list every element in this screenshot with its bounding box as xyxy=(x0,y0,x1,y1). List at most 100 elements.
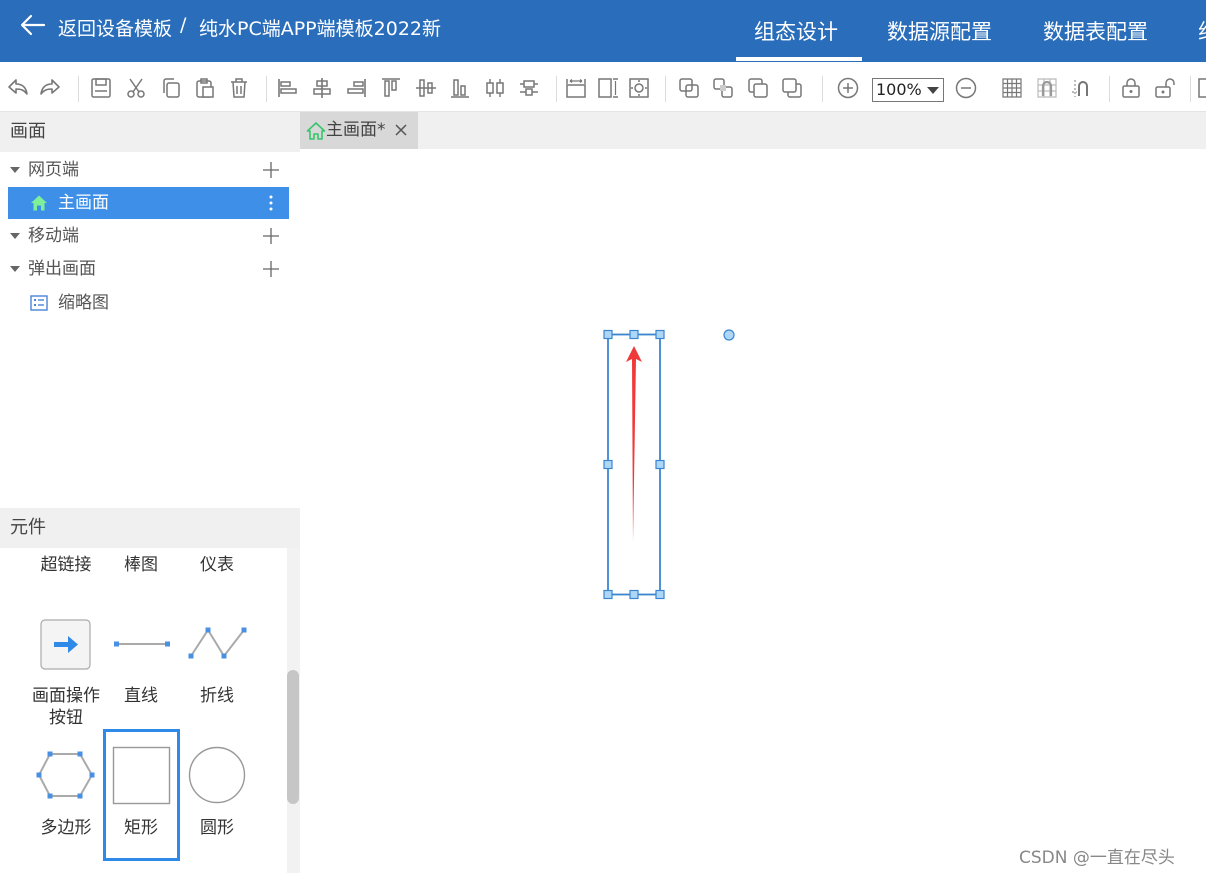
align-right-icon[interactable] xyxy=(344,76,368,100)
same-size-icon[interactable] xyxy=(627,76,651,100)
resize-handle[interactable] xyxy=(655,459,665,470)
arrow-button-icon[interactable] xyxy=(40,619,91,670)
align-left-icon[interactable] xyxy=(276,76,300,100)
rectangle-icon[interactable] xyxy=(112,746,171,805)
tree-group-web[interactable]: 网页端 xyxy=(8,154,289,186)
tree-group-label: 网页端 xyxy=(28,160,79,180)
add-icon[interactable] xyxy=(262,227,280,245)
resize-handle[interactable] xyxy=(603,589,613,600)
align-bottom-icon[interactable] xyxy=(448,76,472,100)
add-icon[interactable] xyxy=(262,161,280,179)
back-to-templates-link[interactable]: 返回设备模板 xyxy=(58,14,172,41)
component-rectangle[interactable]: 矩形 xyxy=(106,817,176,839)
circle-icon[interactable] xyxy=(188,746,246,804)
toolbar-divider xyxy=(665,76,666,102)
caret-down-icon[interactable] xyxy=(10,233,20,239)
paste-icon[interactable] xyxy=(193,76,217,100)
save-icon[interactable] xyxy=(89,76,113,100)
zoom-value: 100% xyxy=(876,80,922,99)
distribute-horizontal-icon[interactable] xyxy=(483,76,507,100)
close-icon[interactable] xyxy=(395,124,407,136)
resize-handle[interactable] xyxy=(655,589,665,600)
tree-group-popup[interactable]: 弹出画面 xyxy=(8,253,289,285)
breadcrumb-separator: / xyxy=(180,14,187,36)
copy-icon[interactable] xyxy=(159,76,183,100)
toolbar-divider xyxy=(266,76,267,102)
snap-grid-icon[interactable] xyxy=(1035,76,1059,100)
toolbar: 100% xyxy=(0,62,1206,112)
component-polyline[interactable]: 折线 xyxy=(182,685,252,707)
caret-down-icon[interactable] xyxy=(10,266,20,272)
selected-shape[interactable] xyxy=(600,326,740,604)
grid-icon[interactable] xyxy=(1000,76,1024,100)
component-screen-button[interactable]: 画面操作按钮 xyxy=(31,685,101,729)
component-line[interactable]: 直线 xyxy=(106,685,176,707)
undo-icon[interactable] xyxy=(6,76,30,100)
toolbar-divider xyxy=(1190,76,1191,102)
back-arrow-icon[interactable] xyxy=(18,10,48,40)
toolbar-divider xyxy=(556,76,557,102)
component-gauge[interactable]: 仪表 xyxy=(182,554,252,576)
more-tools-icon[interactable] xyxy=(1196,76,1206,100)
resize-handle[interactable] xyxy=(603,459,613,470)
add-icon[interactable] xyxy=(262,260,280,278)
tab-configuration-design[interactable]: 组态设计 xyxy=(754,16,838,46)
zoom-in-icon[interactable] xyxy=(836,76,860,100)
send-to-back-icon[interactable] xyxy=(780,76,804,100)
tree-item-main-screen[interactable]: 主画面 xyxy=(8,187,289,219)
zoom-out-icon[interactable] xyxy=(954,76,978,100)
align-top-icon[interactable] xyxy=(379,76,403,100)
tree-item-label: 主画面 xyxy=(58,193,109,213)
polyline-icon[interactable] xyxy=(186,624,248,662)
caret-down-icon[interactable] xyxy=(10,167,20,173)
bring-forward-icon[interactable] xyxy=(677,76,701,100)
zoom-select[interactable]: 100% xyxy=(872,78,944,102)
toolbar-divider xyxy=(1109,76,1110,102)
cut-icon[interactable] xyxy=(124,76,148,100)
tab-main-screen[interactable]: 主画面* xyxy=(300,112,418,149)
align-center-icon[interactable] xyxy=(310,76,334,100)
tab-datatable-config[interactable]: 数据表配置 xyxy=(1043,16,1148,46)
active-tab-indicator xyxy=(736,57,862,61)
tree-item-thumbnail[interactable]: 缩略图 xyxy=(8,287,289,319)
scrollbar-thumb[interactable] xyxy=(287,670,299,804)
tree-group-mobile[interactable]: 移动端 xyxy=(8,220,289,252)
tab-label: 主画面* xyxy=(326,120,386,140)
resize-handle[interactable] xyxy=(629,589,639,600)
lock-icon[interactable] xyxy=(1119,76,1143,100)
components-panel-title: 元件 xyxy=(0,508,300,548)
line-icon[interactable] xyxy=(112,636,172,652)
more-vertical-icon[interactable] xyxy=(266,193,276,213)
home-icon xyxy=(306,122,326,140)
align-middle-icon[interactable] xyxy=(414,76,438,100)
chevron-down-icon xyxy=(927,87,939,94)
top-bar: 返回设备模板 / 纯水PC端APP端模板2022新 组态设计 数据源配置 数据表… xyxy=(0,0,1206,62)
resize-handle[interactable] xyxy=(629,329,639,340)
snap-icon[interactable] xyxy=(1070,76,1094,100)
home-icon xyxy=(31,195,47,211)
send-backward-icon[interactable] xyxy=(711,76,735,100)
resize-handle[interactable] xyxy=(655,329,665,340)
tab-more[interactable]: 组 xyxy=(1198,16,1206,46)
component-polygon[interactable]: 多边形 xyxy=(31,817,101,839)
component-bar-graph[interactable]: 棒图 xyxy=(106,554,176,576)
component-circle[interactable]: 圆形 xyxy=(182,817,252,839)
unlock-icon[interactable] xyxy=(1153,76,1177,100)
same-width-icon[interactable] xyxy=(564,76,588,100)
same-height-icon[interactable] xyxy=(596,76,620,100)
watermark: CSDN @一直在尽头 xyxy=(1019,848,1175,868)
bring-to-front-icon[interactable] xyxy=(746,76,770,100)
distribute-vertical-icon[interactable] xyxy=(517,76,541,100)
screens-panel-title: 画面 xyxy=(0,112,300,152)
resize-handle[interactable] xyxy=(603,329,613,340)
delete-icon[interactable] xyxy=(227,76,251,100)
rotate-handle[interactable] xyxy=(723,329,735,341)
redo-icon[interactable] xyxy=(38,76,62,100)
polygon-icon[interactable] xyxy=(36,750,96,800)
tree-item-label: 缩略图 xyxy=(58,293,109,313)
tab-datasource-config[interactable]: 数据源配置 xyxy=(887,16,992,46)
component-hyperlink[interactable]: 超链接 xyxy=(31,554,101,576)
red-arrow xyxy=(626,346,642,542)
tree-group-label: 移动端 xyxy=(28,226,79,246)
design-canvas[interactable] xyxy=(300,149,1206,873)
